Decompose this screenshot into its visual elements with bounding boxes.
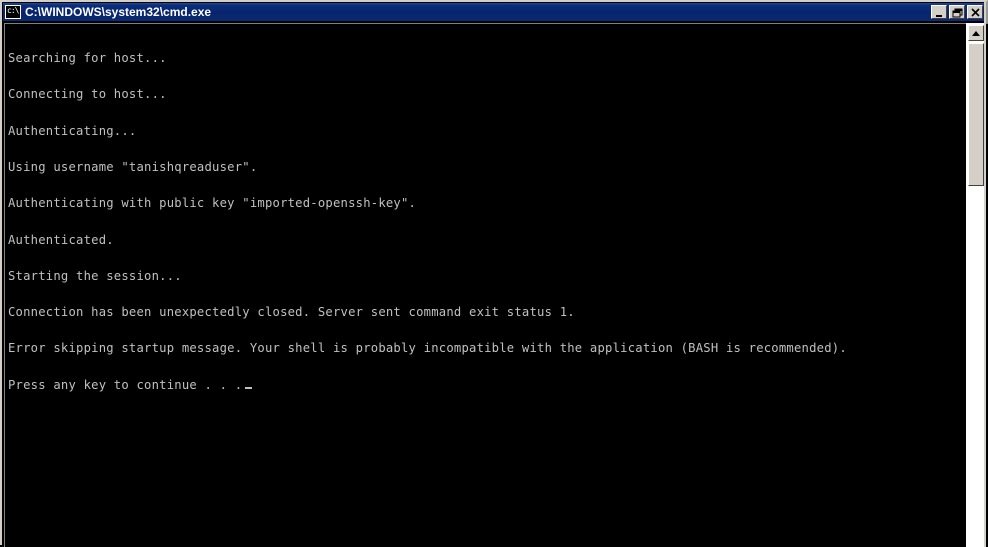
- console-line: Using username "tanishqreaduser".: [8, 160, 258, 175]
- console-line: Authenticating with public key "imported…: [8, 196, 417, 211]
- console-line-text: Press any key to continue . . .: [8, 377, 243, 392]
- window-right-edge: [984, 2, 986, 547]
- scroll-up-arrow[interactable]: [968, 25, 984, 41]
- scroll-thumb[interactable]: [968, 43, 984, 186]
- console-line: Starting the session...: [8, 268, 182, 283]
- close-button[interactable]: [967, 5, 983, 19]
- console-text: Searching for host... Connecting to host…: [8, 28, 960, 415]
- console-line: Authenticated.: [8, 232, 114, 247]
- minimize-button[interactable]: [931, 5, 947, 19]
- vertical-scrollbar[interactable]: [966, 23, 984, 547]
- console-line: Connecting to host...: [8, 87, 167, 102]
- console-line-prompt: Press any key to continue . . .: [8, 379, 960, 391]
- cmd-window: c:\ C:\WINDOWS\system32\cmd.exe Searchin…: [0, 0, 988, 547]
- console-icon-glyph: c:\: [7, 6, 19, 15]
- console-line: Connection has been unexpectedly closed.…: [8, 305, 575, 320]
- console-line: Searching for host...: [8, 51, 167, 66]
- title-bar[interactable]: c:\ C:\WINDOWS\system32\cmd.exe: [3, 3, 986, 21]
- text-cursor: [245, 386, 253, 389]
- console-output-area[interactable]: Searching for host... Connecting to host…: [4, 23, 988, 547]
- window-controls: [931, 5, 983, 19]
- window-title: C:\WINDOWS\system32\cmd.exe: [25, 5, 212, 19]
- restore-button[interactable]: [949, 5, 965, 19]
- console-icon: c:\: [5, 5, 21, 19]
- console-line: Error skipping startup message. Your she…: [8, 341, 847, 356]
- close-icon: [971, 8, 980, 17]
- chevron-up-icon: [972, 31, 980, 36]
- console-line: Authenticating...: [8, 123, 137, 138]
- minimize-icon: [936, 15, 942, 17]
- scroll-track[interactable]: [968, 42, 984, 547]
- restore-icon: [952, 8, 963, 18]
